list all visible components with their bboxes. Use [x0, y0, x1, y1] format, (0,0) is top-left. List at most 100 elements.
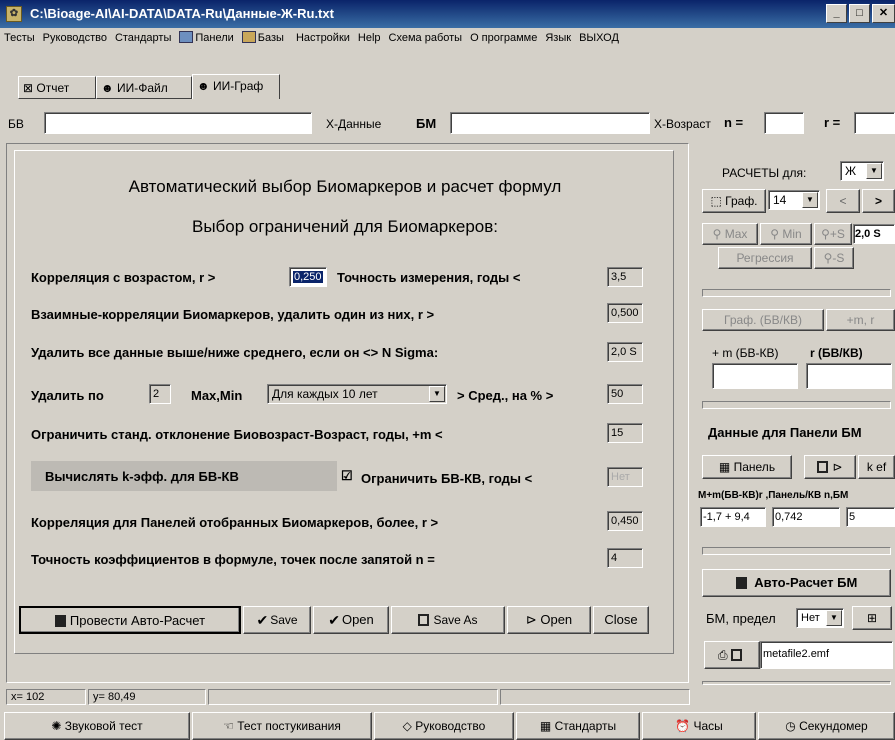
- bm-limit-select[interactable]: Нет ▼: [796, 608, 844, 628]
- grid-icon: ▦: [718, 460, 731, 474]
- calc-for-select[interactable]: Ж ▼: [840, 161, 884, 181]
- corr-value: 0,250: [293, 271, 323, 283]
- open-file-button[interactable]: ⊳ Open: [507, 606, 591, 634]
- wand-icon: ⚲: [712, 227, 722, 241]
- plus-s-button[interactable]: ⚲+S: [814, 223, 852, 245]
- n-input[interactable]: [764, 112, 804, 134]
- prev-button[interactable]: <: [826, 189, 860, 213]
- graph-number-select[interactable]: 14 ▼: [768, 190, 820, 210]
- clock-icon: ⏰: [675, 719, 691, 733]
- separator-3: [702, 547, 891, 555]
- panel-corr-input[interactable]: 0,450: [607, 511, 643, 531]
- graph-label: Граф.: [725, 194, 758, 208]
- menu-bases-label: Базы: [257, 32, 284, 44]
- graph-button[interactable]: ⬚ Граф.: [702, 189, 766, 213]
- s-value-input[interactable]: 2,0 S: [853, 224, 895, 244]
- max-button[interactable]: ⚲ Max: [702, 223, 758, 245]
- corr-input[interactable]: 0,250: [289, 267, 327, 287]
- open-button[interactable]: ✔ Open: [313, 606, 389, 634]
- bv-label: БВ: [8, 117, 24, 131]
- sigma-input[interactable]: 2,0 S: [607, 342, 643, 362]
- chevron-down-icon-4[interactable]: ▼: [826, 610, 842, 626]
- stopwatch-button[interactable]: ◷ Секундомер: [758, 712, 895, 740]
- close-button[interactable]: Close: [593, 606, 649, 634]
- chevron-down-icon-3[interactable]: ▼: [802, 192, 818, 208]
- maximize-button[interactable]: □: [849, 4, 870, 23]
- kef-button[interactable]: k ef: [858, 455, 895, 479]
- panel-button[interactable]: ▦ Панель: [702, 455, 792, 479]
- print-save-buttons[interactable]: ⎙: [704, 641, 760, 669]
- limit-input[interactable]: Нет: [607, 467, 643, 487]
- minus-s-button[interactable]: ⚲-S: [814, 247, 854, 269]
- chevron-down-icon[interactable]: ▼: [429, 386, 445, 402]
- graph-bvkv-button[interactable]: Граф. (БВ/КВ): [702, 309, 824, 331]
- tapping-test-button[interactable]: ☜ Тест постукивания: [192, 712, 372, 740]
- next-button[interactable]: >: [862, 189, 895, 213]
- tab-report-label: Отчет: [36, 81, 70, 95]
- save-button[interactable]: ✔ Save: [243, 606, 311, 634]
- save-as-button[interactable]: Save As: [391, 606, 505, 634]
- clock-button[interactable]: ⏰ Часы: [642, 712, 756, 740]
- menu-panels[interactable]: Панели: [175, 28, 237, 48]
- check-icon: ✔: [256, 612, 269, 628]
- panel-n-value[interactable]: 5: [846, 507, 895, 527]
- max-label: Max: [724, 227, 748, 241]
- auto-calc-button[interactable]: Провести Авто-Расчет: [19, 606, 241, 634]
- mutual-input[interactable]: 0,500: [607, 303, 643, 323]
- bm-input[interactable]: [450, 112, 650, 134]
- minimize-button[interactable]: _: [826, 4, 847, 23]
- accuracy-label: Точность измерения, годы <: [337, 270, 521, 285]
- tab-ai-graph[interactable]: ☻ ИИ-Граф: [192, 74, 280, 99]
- tab-ai-file-label: ИИ-Файл: [116, 81, 168, 95]
- sound-test-button[interactable]: ✺ Звуковой тест: [4, 712, 190, 740]
- save-as-label: Save As: [433, 613, 478, 627]
- panel-r-value[interactable]: 0,742: [772, 507, 840, 527]
- m-input[interactable]: [712, 363, 798, 389]
- panel-corr-label: Корреляция для Панелей отобранных Биомар…: [31, 515, 439, 530]
- menu-about[interactable]: О программе: [466, 28, 541, 48]
- menu-guide[interactable]: Руководство: [39, 28, 111, 48]
- bv-input[interactable]: [44, 112, 312, 134]
- min-button[interactable]: ⚲ Min: [760, 223, 812, 245]
- metafile-input[interactable]: metafile2.emf: [760, 641, 893, 669]
- auto-bm-button[interactable]: Авто-Расчет БМ: [702, 569, 891, 597]
- tab-report[interactable]: ⊠ Отчет: [18, 76, 96, 99]
- guide-button[interactable]: ◇ Руководство: [374, 712, 514, 740]
- plus-mr-button[interactable]: +m, r: [826, 309, 895, 331]
- status-cell-3: [208, 689, 498, 705]
- close-window-button[interactable]: ✕: [872, 4, 895, 23]
- menu-tests[interactable]: Тесты: [0, 28, 39, 48]
- table-export-button[interactable]: ⊞: [852, 606, 892, 630]
- menu-scheme[interactable]: Схема работы: [385, 28, 467, 48]
- menu-bases[interactable]: Базы: [238, 28, 288, 48]
- floppy-icon: [418, 614, 430, 626]
- menu-settings[interactable]: Настройки: [288, 28, 354, 48]
- regression-button[interactable]: Регрессия: [718, 247, 812, 269]
- separator-4: [702, 681, 891, 685]
- save-panel-button[interactable]: ⊳: [804, 455, 856, 479]
- tab-ai-file[interactable]: ☻ ИИ-Файл: [96, 76, 192, 99]
- delete-count-input[interactable]: 2: [149, 384, 171, 404]
- chevron-down-icon-2[interactable]: ▼: [866, 163, 882, 179]
- auto-calc-label: Провести Авто-Расчет: [69, 613, 206, 628]
- maxmin-label: Max,Min: [191, 388, 243, 403]
- precision-input[interactable]: 4: [607, 548, 643, 568]
- limit-checkbox[interactable]: ☑: [341, 468, 353, 484]
- calculator-icon-3: ▦: [539, 719, 552, 733]
- panel-m-value[interactable]: -1,7 + 9,4: [700, 507, 766, 527]
- std-input[interactable]: 15: [607, 423, 643, 443]
- menu-help[interactable]: Help: [354, 28, 385, 48]
- bm-label: БМ: [416, 116, 437, 131]
- accuracy-input[interactable]: 3,5: [607, 267, 643, 287]
- r-bvkv-input[interactable]: [806, 363, 892, 389]
- avg-input[interactable]: 50: [607, 384, 643, 404]
- menu-exit[interactable]: ВЫХОД: [575, 28, 623, 48]
- menu-language[interactable]: Язык: [541, 28, 575, 48]
- auto-select-panel: Автоматический выбор Биомаркеров и расче…: [14, 150, 674, 654]
- r-input[interactable]: [854, 112, 895, 134]
- period-select[interactable]: Для каждых 10 лет ▼: [267, 384, 447, 404]
- menu-standards[interactable]: Стандарты: [111, 28, 175, 48]
- standards-button[interactable]: ▦ Стандарты: [516, 712, 640, 740]
- open-label: Open: [341, 612, 374, 627]
- mutual-label: Взаимные-корреляции Биомаркеров, удалить…: [31, 307, 435, 322]
